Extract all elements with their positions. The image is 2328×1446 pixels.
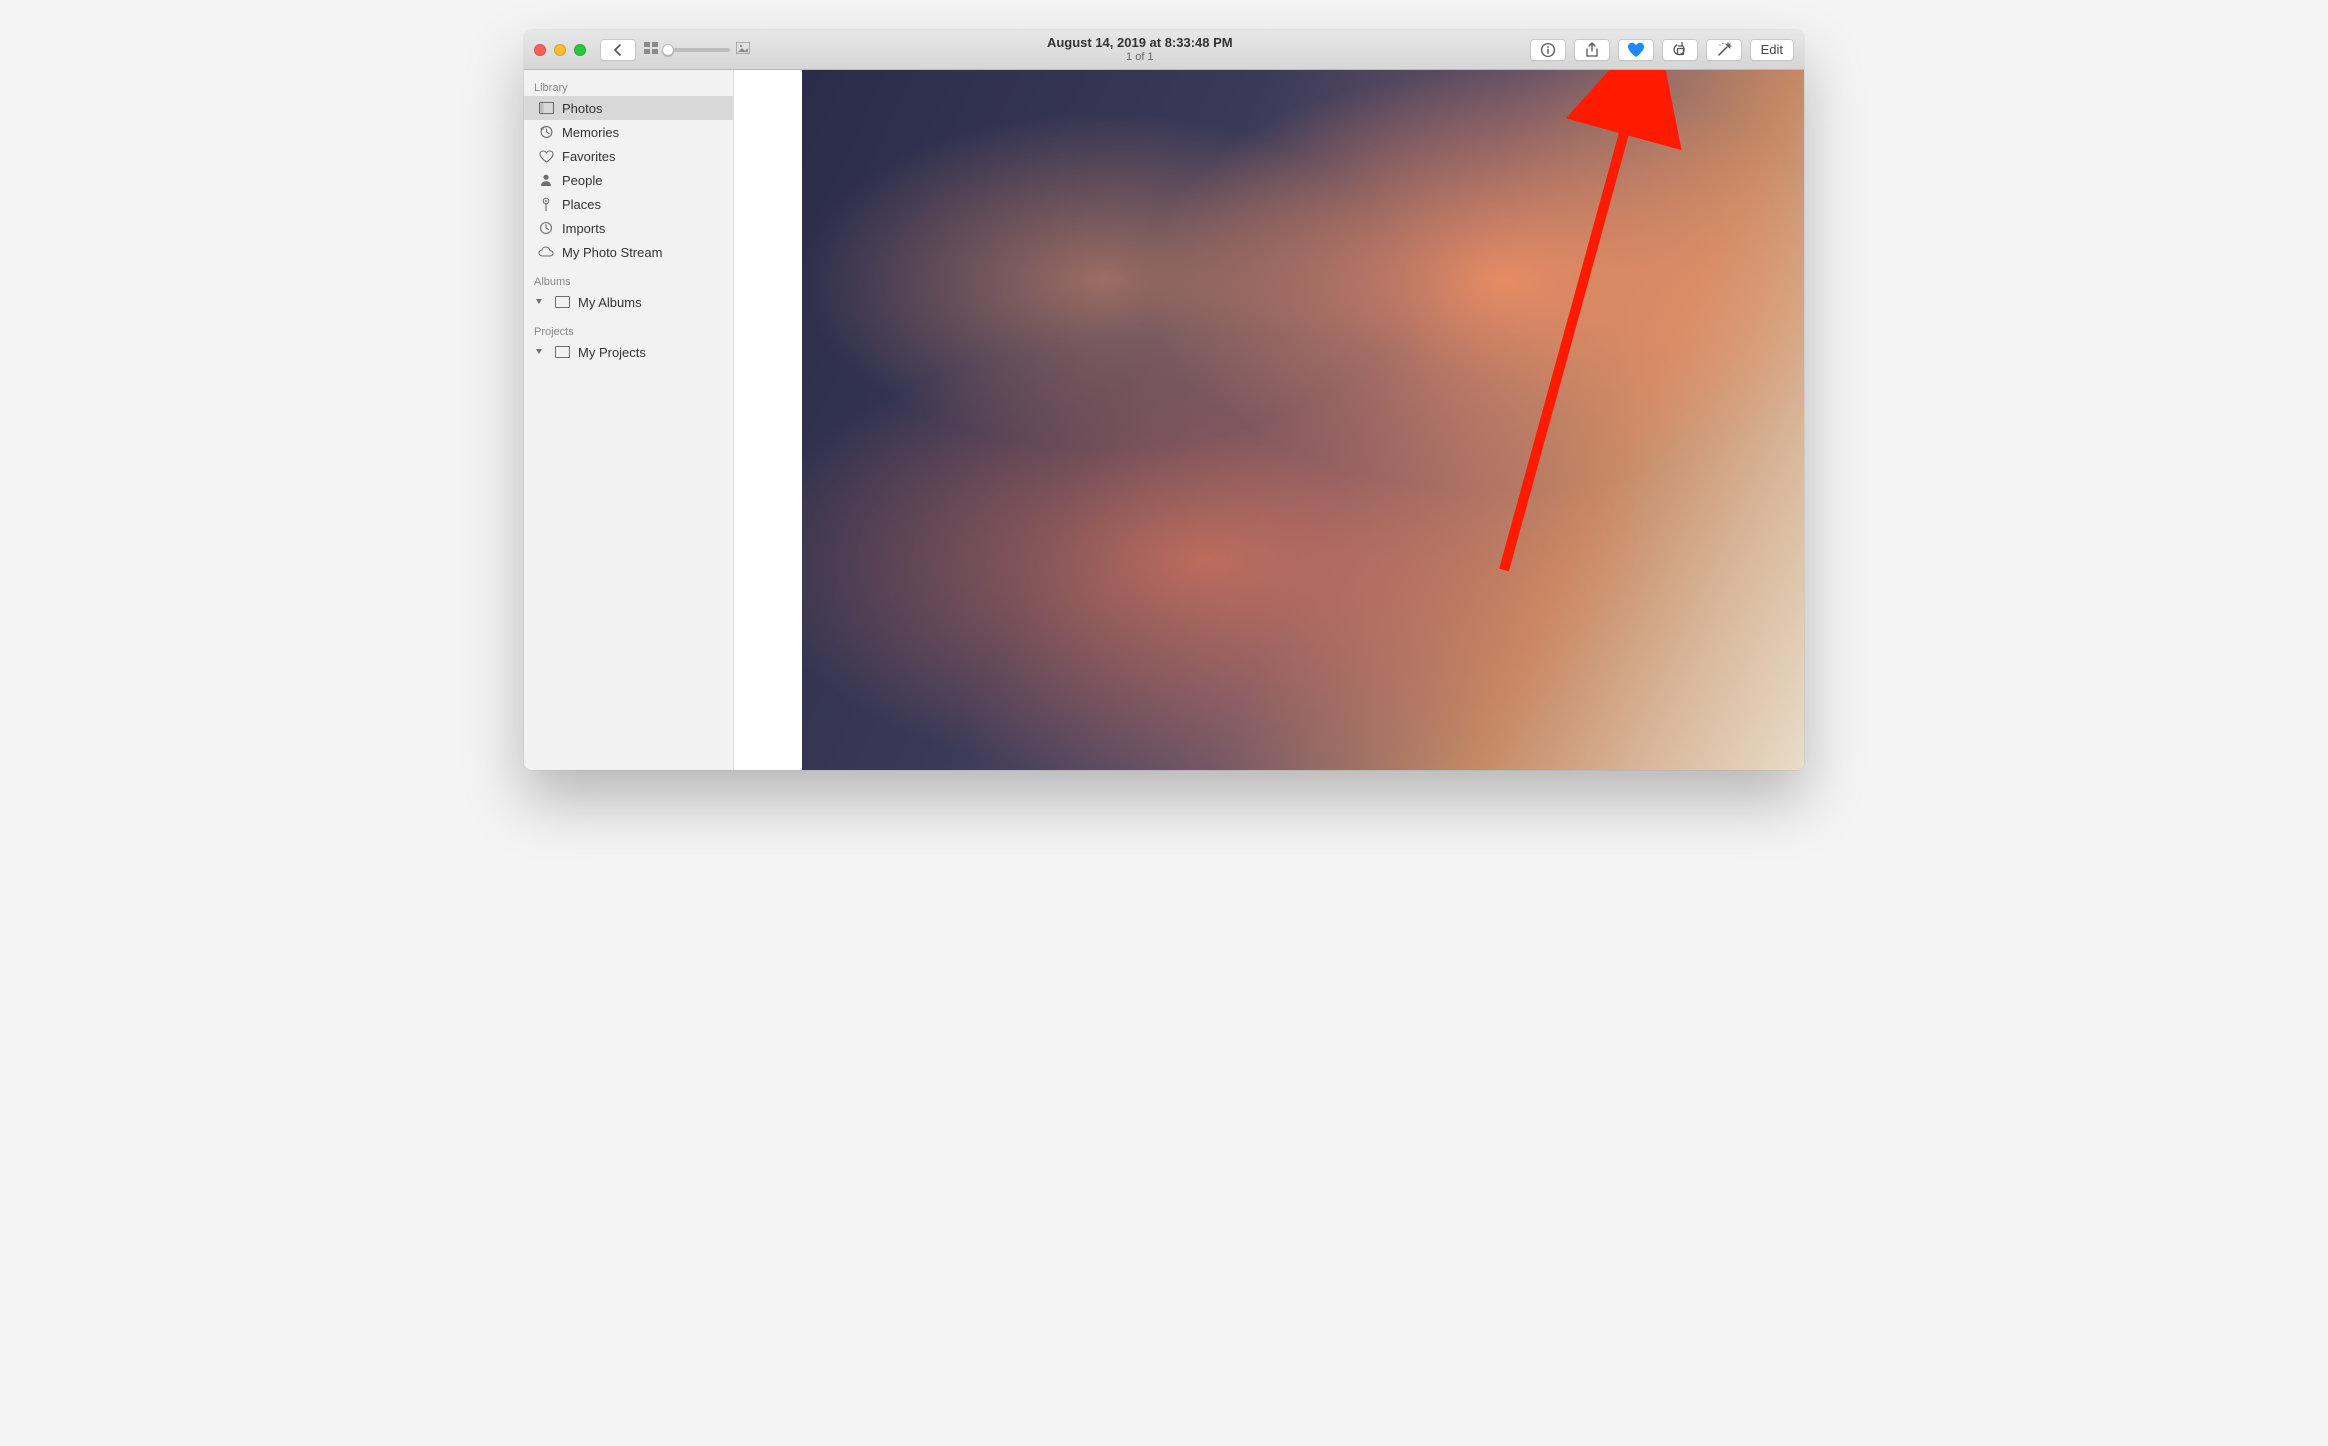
magic-wand-icon bbox=[1715, 42, 1733, 58]
fullscreen-window-button[interactable] bbox=[574, 44, 586, 56]
window-body: Library Photos Memories Favorites People… bbox=[524, 70, 1804, 770]
pin-icon bbox=[538, 197, 554, 212]
clock-icon bbox=[538, 221, 554, 235]
person-icon bbox=[538, 173, 554, 187]
favorite-button[interactable] bbox=[1618, 39, 1654, 61]
heart-outline-icon bbox=[538, 150, 554, 163]
sidebar-item-label: People bbox=[562, 173, 723, 188]
info-icon bbox=[1540, 42, 1556, 58]
zoom-slider-group bbox=[644, 41, 750, 59]
photo-position-indicator: 1 of 1 bbox=[758, 51, 1522, 63]
sidebar-item-label: My Albums bbox=[578, 295, 723, 310]
zoom-slider[interactable] bbox=[664, 48, 730, 52]
window-controls bbox=[534, 44, 586, 56]
chevron-left-icon bbox=[613, 44, 623, 56]
sidebar-item-favorites[interactable]: Favorites bbox=[524, 144, 733, 168]
zoom-single-icon bbox=[736, 41, 750, 59]
sidebar-item-label: Favorites bbox=[562, 149, 723, 164]
zoom-thumbnails-icon bbox=[644, 41, 658, 59]
auto-enhance-button[interactable] bbox=[1706, 39, 1742, 61]
info-button[interactable] bbox=[1530, 39, 1566, 61]
heart-icon bbox=[1627, 42, 1645, 58]
sidebar-item-photos[interactable]: Photos bbox=[524, 96, 733, 120]
sidebar-item-photostream[interactable]: My Photo Stream bbox=[524, 240, 733, 264]
toolbar-right: Edit bbox=[1530, 39, 1794, 61]
photos-icon bbox=[538, 102, 554, 114]
sidebar-item-label: Memories bbox=[562, 125, 723, 140]
back-button[interactable] bbox=[600, 39, 636, 61]
sidebar-item-my-albums[interactable]: My Albums bbox=[524, 290, 733, 314]
share-button[interactable] bbox=[1574, 39, 1610, 61]
toolbar: August 14, 2019 at 8:33:48 PM 1 of 1 bbox=[524, 30, 1804, 70]
rotate-icon bbox=[1671, 42, 1689, 58]
edit-button-label: Edit bbox=[1761, 42, 1783, 57]
cloud-icon bbox=[538, 246, 554, 258]
sidebar-section-albums: Albums bbox=[524, 272, 733, 290]
album-icon bbox=[554, 296, 570, 308]
title-area: August 14, 2019 at 8:33:48 PM 1 of 1 bbox=[758, 36, 1522, 63]
disclosure-triangle-icon[interactable] bbox=[534, 298, 544, 306]
photo-image[interactable] bbox=[802, 70, 1804, 770]
sidebar-item-memories[interactable]: Memories bbox=[524, 120, 733, 144]
photo-timestamp: August 14, 2019 at 8:33:48 PM bbox=[758, 36, 1522, 50]
disclosure-triangle-icon[interactable] bbox=[534, 348, 544, 356]
sidebar-item-my-projects[interactable]: My Projects bbox=[524, 340, 733, 364]
sidebar-item-people[interactable]: People bbox=[524, 168, 733, 192]
sidebar-section-projects: Projects bbox=[524, 322, 733, 340]
sidebar: Library Photos Memories Favorites People… bbox=[524, 70, 734, 770]
content-left-padding bbox=[734, 70, 802, 770]
share-icon bbox=[1585, 42, 1599, 58]
sidebar-item-places[interactable]: Places bbox=[524, 192, 733, 216]
memories-icon bbox=[538, 125, 554, 139]
edit-button[interactable]: Edit bbox=[1750, 39, 1794, 61]
sidebar-item-imports[interactable]: Imports bbox=[524, 216, 733, 240]
photo-viewer bbox=[734, 70, 1804, 770]
project-icon bbox=[554, 346, 570, 358]
rotate-button[interactable] bbox=[1662, 39, 1698, 61]
minimize-window-button[interactable] bbox=[554, 44, 566, 56]
sidebar-item-label: Places bbox=[562, 197, 723, 212]
sidebar-section-library: Library bbox=[524, 78, 733, 96]
photos-app-window: August 14, 2019 at 8:33:48 PM 1 of 1 bbox=[524, 30, 1804, 770]
zoom-slider-knob[interactable] bbox=[662, 44, 674, 56]
sidebar-item-label: My Photo Stream bbox=[562, 245, 723, 260]
close-window-button[interactable] bbox=[534, 44, 546, 56]
sidebar-item-label: My Projects bbox=[578, 345, 723, 360]
sidebar-item-label: Photos bbox=[562, 101, 723, 116]
sidebar-item-label: Imports bbox=[562, 221, 723, 236]
